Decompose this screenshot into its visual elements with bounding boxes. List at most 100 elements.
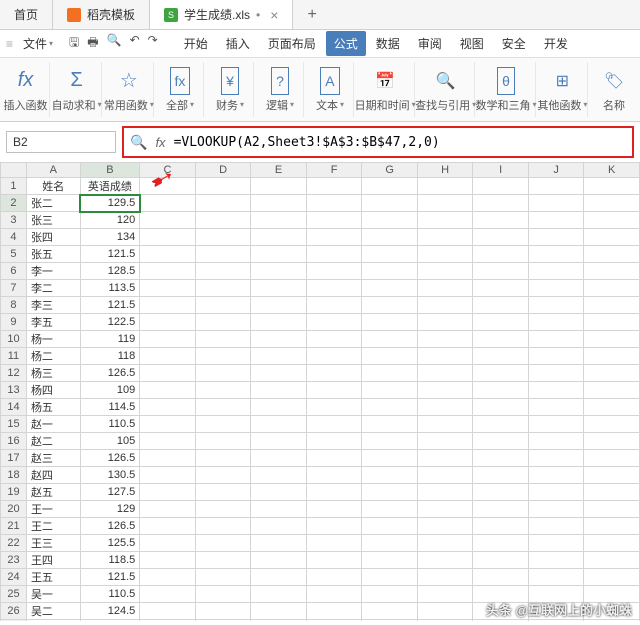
cell-C12[interactable] [140, 365, 196, 382]
cell-K3[interactable] [584, 212, 640, 229]
col-header-K[interactable]: K [584, 163, 640, 178]
cell-E18[interactable] [251, 467, 307, 484]
cell-G17[interactable] [362, 450, 418, 467]
cell-G9[interactable] [362, 314, 418, 331]
cell-G22[interactable] [362, 535, 418, 552]
cell-G14[interactable] [362, 399, 418, 416]
cell-F15[interactable] [306, 416, 362, 433]
cell-E23[interactable] [251, 552, 307, 569]
cell-G25[interactable] [362, 586, 418, 603]
cell-E10[interactable] [251, 331, 307, 348]
autosum-button[interactable]: Σ 自动求和▾ [52, 62, 102, 117]
cell-J19[interactable] [528, 484, 584, 501]
cell-E21[interactable] [251, 518, 307, 535]
cell-B3[interactable]: 120 [80, 212, 140, 229]
cell-A9[interactable]: 李五 [26, 314, 80, 331]
cell-G19[interactable] [362, 484, 418, 501]
cell-J3[interactable] [528, 212, 584, 229]
col-header-C[interactable]: C [140, 163, 196, 178]
cell-G7[interactable] [362, 280, 418, 297]
grip-icon[interactable]: ≡ [6, 37, 13, 51]
cell-J2[interactable] [528, 195, 584, 212]
cell-C24[interactable] [140, 569, 196, 586]
cell-E15[interactable] [251, 416, 307, 433]
cell-I1[interactable] [473, 178, 528, 195]
cell-D7[interactable] [195, 280, 251, 297]
cell-B11[interactable]: 118 [80, 348, 140, 365]
cell-G18[interactable] [362, 467, 418, 484]
cell-B8[interactable]: 121.5 [80, 297, 140, 314]
cell-J18[interactable] [528, 467, 584, 484]
cell-A17[interactable]: 赵三 [26, 450, 80, 467]
row-header-6[interactable]: 6 [1, 263, 27, 280]
cell-I7[interactable] [473, 280, 528, 297]
cell-G6[interactable] [362, 263, 418, 280]
cell-E24[interactable] [251, 569, 307, 586]
cell-J11[interactable] [528, 348, 584, 365]
cell-H3[interactable] [417, 212, 473, 229]
menu-0[interactable]: 开始 [176, 31, 216, 56]
col-header-G[interactable]: G [362, 163, 418, 178]
cell-C10[interactable] [140, 331, 196, 348]
cell-G27[interactable] [362, 620, 418, 621]
cell-D4[interactable] [195, 229, 251, 246]
cell-J14[interactable] [528, 399, 584, 416]
cell-G4[interactable] [362, 229, 418, 246]
cell-G20[interactable] [362, 501, 418, 518]
cell-F9[interactable] [306, 314, 362, 331]
cell-H4[interactable] [417, 229, 473, 246]
cell-K27[interactable] [584, 620, 640, 621]
cell-F1[interactable] [306, 178, 362, 195]
cell-C22[interactable] [140, 535, 196, 552]
cell-F6[interactable] [306, 263, 362, 280]
cell-B4[interactable]: 134 [80, 229, 140, 246]
cell-A25[interactable]: 吴一 [26, 586, 80, 603]
cell-E26[interactable] [251, 603, 307, 620]
cell-H18[interactable] [417, 467, 473, 484]
cell-F4[interactable] [306, 229, 362, 246]
menu-1[interactable]: 插入 [218, 31, 258, 56]
cell-B1[interactable]: 英语成绩 [80, 178, 140, 195]
cell-J24[interactable] [528, 569, 584, 586]
cell-K6[interactable] [584, 263, 640, 280]
cell-D23[interactable] [195, 552, 251, 569]
cell-I25[interactable] [473, 586, 528, 603]
row-header-16[interactable]: 16 [1, 433, 27, 450]
cell-H20[interactable] [417, 501, 473, 518]
cell-H25[interactable] [417, 586, 473, 603]
cell-D3[interactable] [195, 212, 251, 229]
cell-H26[interactable] [417, 603, 473, 620]
cell-C7[interactable] [140, 280, 196, 297]
cell-H22[interactable] [417, 535, 473, 552]
cell-I14[interactable] [473, 399, 528, 416]
common-functions-button[interactable]: ☆ 常用函数▾ [104, 62, 154, 117]
cell-J21[interactable] [528, 518, 584, 535]
cell-A1[interactable]: 姓名 [26, 178, 80, 195]
cell-J6[interactable] [528, 263, 584, 280]
cell-A18[interactable]: 赵四 [26, 467, 80, 484]
print-icon[interactable]: 🖶 [87, 33, 98, 54]
cell-H2[interactable] [417, 195, 473, 212]
cell-F21[interactable] [306, 518, 362, 535]
cell-C15[interactable] [140, 416, 196, 433]
cell-B13[interactable]: 109 [80, 382, 140, 399]
cell-J1[interactable] [528, 178, 584, 195]
row-header-24[interactable]: 24 [1, 569, 27, 586]
cell-A16[interactable]: 赵二 [26, 433, 80, 450]
cell-G23[interactable] [362, 552, 418, 569]
cell-F19[interactable] [306, 484, 362, 501]
cell-B22[interactable]: 125.5 [80, 535, 140, 552]
cell-H21[interactable] [417, 518, 473, 535]
menu-8[interactable]: 开发 [536, 31, 576, 56]
cell-J25[interactable] [528, 586, 584, 603]
cell-F18[interactable] [306, 467, 362, 484]
tab-home[interactable]: 首页 [0, 0, 53, 29]
cell-C21[interactable] [140, 518, 196, 535]
cell-J23[interactable] [528, 552, 584, 569]
cell-H15[interactable] [417, 416, 473, 433]
cell-I11[interactable] [473, 348, 528, 365]
cell-E9[interactable] [251, 314, 307, 331]
cell-A27[interactable]: 吴三 [26, 620, 80, 621]
cell-G24[interactable] [362, 569, 418, 586]
cell-B6[interactable]: 128.5 [80, 263, 140, 280]
